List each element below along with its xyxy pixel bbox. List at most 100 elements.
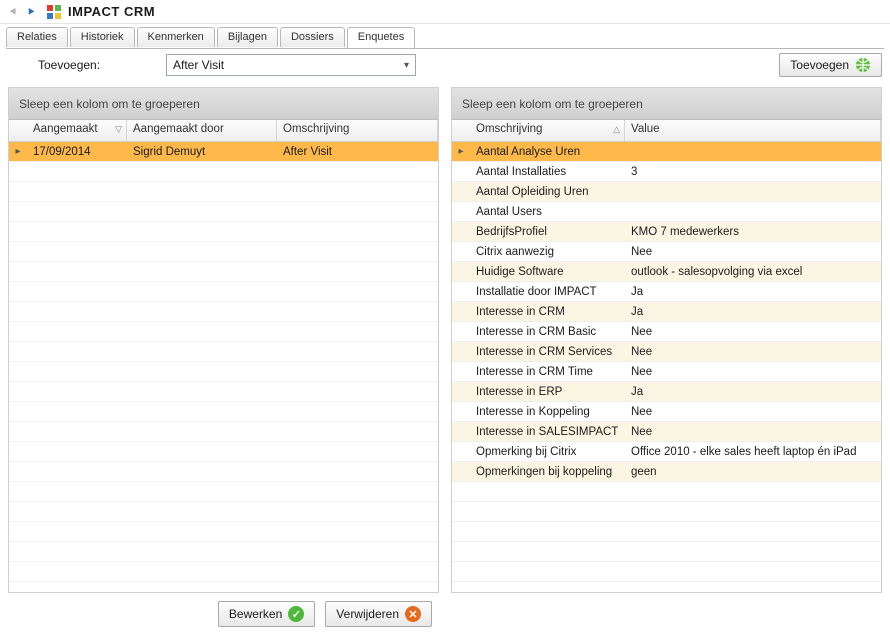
edit-button[interactable]: Bewerken ✓ bbox=[218, 601, 315, 627]
empty-row bbox=[9, 362, 438, 382]
cell-value: 3 bbox=[625, 164, 881, 180]
row-handle-header bbox=[9, 120, 27, 141]
left-panel: Sleep een kolom om te groeperen Aangemaa… bbox=[8, 87, 439, 593]
cell-value: Nee bbox=[625, 404, 881, 420]
col-aangemaakt-door[interactable]: Aangemaakt door bbox=[127, 120, 277, 141]
col-omschrijving-left[interactable]: Omschrijving bbox=[277, 120, 438, 141]
sort-desc-icon: ▽ bbox=[115, 124, 122, 135]
table-row[interactable]: Citrix aanwezigNee bbox=[452, 242, 881, 262]
close-icon: ✕ bbox=[405, 606, 421, 622]
table-row[interactable]: Aantal Users bbox=[452, 202, 881, 222]
table-row[interactable]: Interesse in SALESIMPACTNee bbox=[452, 422, 881, 442]
empty-row bbox=[9, 482, 438, 502]
table-row[interactable]: Opmerking bij CitrixOffice 2010 - elke s… bbox=[452, 442, 881, 462]
cell-value bbox=[625, 190, 881, 194]
dropdown-value: After Visit bbox=[173, 58, 224, 72]
col-aangemaakt[interactable]: Aangemaakt ▽ bbox=[27, 120, 127, 141]
table-row[interactable]: ▸Aantal Analyse Uren bbox=[452, 142, 881, 162]
cell-value: geen bbox=[625, 464, 881, 480]
check-icon: ✓ bbox=[288, 606, 304, 622]
empty-row bbox=[9, 502, 438, 522]
empty-row bbox=[9, 342, 438, 362]
table-row[interactable]: ▸ 17/09/2014 Sigrid Demuyt After Visit bbox=[9, 142, 438, 162]
nav-back-icon[interactable]: ⯇ bbox=[6, 5, 20, 19]
tab-bijlagen[interactable]: Bijlagen bbox=[217, 27, 278, 47]
empty-row bbox=[9, 242, 438, 262]
tab-enquetes[interactable]: Enquetes bbox=[347, 27, 415, 48]
cell-key: Opmerking bij Citrix bbox=[470, 444, 625, 460]
cell-value: Ja bbox=[625, 284, 881, 300]
empty-row bbox=[9, 162, 438, 182]
table-row[interactable]: Interesse in KoppelingNee bbox=[452, 402, 881, 422]
cell-value: Nee bbox=[625, 364, 881, 380]
table-row[interactable]: Interesse in CRM ServicesNee bbox=[452, 342, 881, 362]
tab-relaties[interactable]: Relaties bbox=[6, 27, 68, 47]
table-row[interactable]: Interesse in ERPJa bbox=[452, 382, 881, 402]
cell-key: BedrijfsProfiel bbox=[470, 224, 625, 240]
cell-value: KMO 7 medewerkers bbox=[625, 224, 881, 240]
cell-value: Nee bbox=[625, 244, 881, 260]
table-row[interactable]: Aantal Opleiding Uren bbox=[452, 182, 881, 202]
empty-row bbox=[452, 502, 881, 522]
right-panel: Sleep een kolom om te groeperen Omschrij… bbox=[451, 87, 882, 593]
empty-row bbox=[9, 462, 438, 482]
cell-key: Interesse in CRM Services bbox=[470, 344, 625, 360]
empty-row bbox=[9, 302, 438, 322]
tab-dossiers[interactable]: Dossiers bbox=[280, 27, 345, 47]
cell-key: Aantal Analyse Uren bbox=[470, 144, 625, 160]
panels: Sleep een kolom om te groeperen Aangemaa… bbox=[0, 81, 890, 597]
cell-value bbox=[625, 150, 881, 154]
add-button[interactable]: Toevoegen bbox=[779, 53, 882, 77]
empty-row bbox=[9, 402, 438, 422]
empty-row bbox=[9, 322, 438, 342]
cell-value: Office 2010 - elke sales heeft laptop én… bbox=[625, 444, 881, 460]
cell-value bbox=[625, 210, 881, 214]
empty-row bbox=[9, 442, 438, 462]
empty-row bbox=[9, 382, 438, 402]
left-group-bar[interactable]: Sleep een kolom om te groeperen bbox=[9, 88, 438, 120]
empty-row bbox=[9, 202, 438, 222]
nav-forward-icon[interactable]: ⯈ bbox=[24, 5, 38, 19]
empty-row bbox=[9, 562, 438, 582]
cell-key: Installatie door IMPACT bbox=[470, 284, 625, 300]
cell-key: Interesse in CRM Time bbox=[470, 364, 625, 380]
toolbar-add-label: Toevoegen: bbox=[8, 58, 158, 72]
cell-key: Aantal Users bbox=[470, 204, 625, 220]
cell-key: Interesse in SALESIMPACT bbox=[470, 424, 625, 440]
tab-kenmerken[interactable]: Kenmerken bbox=[137, 27, 215, 47]
cell-key: Interesse in Koppeling bbox=[470, 404, 625, 420]
delete-button-label: Verwijderen bbox=[336, 607, 399, 621]
col-omschrijving-right[interactable]: Omschrijving △ bbox=[470, 120, 625, 141]
table-row[interactable]: Interesse in CRM TimeNee bbox=[452, 362, 881, 382]
col-value[interactable]: Value bbox=[625, 120, 881, 141]
right-grid-body[interactable]: ▸Aantal Analyse UrenAantal Installaties3… bbox=[452, 142, 881, 592]
table-row[interactable]: Interesse in CRMJa bbox=[452, 302, 881, 322]
right-group-bar[interactable]: Sleep een kolom om te groeperen bbox=[452, 88, 881, 120]
empty-row bbox=[9, 182, 438, 202]
empty-row bbox=[9, 522, 438, 542]
cell-value: Nee bbox=[625, 424, 881, 440]
globe-icon bbox=[855, 57, 871, 73]
row-handle-header bbox=[452, 120, 470, 141]
delete-button[interactable]: Verwijderen ✕ bbox=[325, 601, 432, 627]
tab-historiek[interactable]: Historiek bbox=[70, 27, 135, 47]
toolbar: Toevoegen: After Visit ▾ Toevoegen bbox=[0, 49, 890, 81]
title-bar: ⯇ ⯈ IMPACT CRM bbox=[0, 0, 890, 24]
table-row[interactable]: Aantal Installaties3 bbox=[452, 162, 881, 182]
left-grid-body[interactable]: ▸ 17/09/2014 Sigrid Demuyt After Visit bbox=[9, 142, 438, 592]
cell-value: Ja bbox=[625, 304, 881, 320]
cell-value: Ja bbox=[625, 384, 881, 400]
cell-key: Aantal Installaties bbox=[470, 164, 625, 180]
table-row[interactable]: Opmerkingen bij koppelinggeen bbox=[452, 462, 881, 482]
empty-row bbox=[452, 582, 881, 592]
table-row[interactable]: BedrijfsProfielKMO 7 medewerkers bbox=[452, 222, 881, 242]
cell-key: Opmerkingen bij koppeling bbox=[470, 464, 625, 480]
enquete-type-dropdown[interactable]: After Visit ▾ bbox=[166, 54, 416, 76]
cell-by: Sigrid Demuyt bbox=[127, 144, 277, 160]
add-button-label: Toevoegen bbox=[790, 58, 849, 72]
table-row[interactable]: Interesse in CRM BasicNee bbox=[452, 322, 881, 342]
table-row[interactable]: Huidige Softwareoutlook - salesopvolging… bbox=[452, 262, 881, 282]
tab-strip: Relaties Historiek Kenmerken Bijlagen Do… bbox=[0, 24, 890, 48]
table-row[interactable]: Installatie door IMPACTJa bbox=[452, 282, 881, 302]
cell-key: Citrix aanwezig bbox=[470, 244, 625, 260]
